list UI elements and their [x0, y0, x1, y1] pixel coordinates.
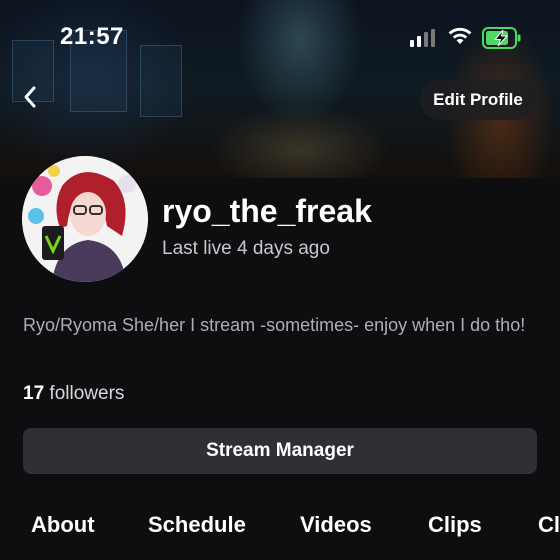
avatar[interactable] [22, 156, 148, 282]
tab-about[interactable]: About [31, 512, 95, 538]
followers-label: followers [49, 383, 125, 404]
last-live-status: Last live 4 days ago [162, 238, 330, 259]
chevron-left-icon [24, 86, 36, 108]
status-bar: 21:57 [0, 0, 560, 72]
edit-profile-button[interactable]: Edit Profile [420, 80, 536, 120]
battery-charging-icon [482, 27, 522, 54]
status-time: 21:57 [60, 23, 124, 50]
cellular-signal-icon [410, 29, 438, 52]
followers-number: 17 [23, 383, 45, 404]
tab-videos[interactable]: Videos [300, 512, 372, 538]
profile-tabs: About Schedule Videos Clips Cl [0, 512, 560, 552]
stream-manager-button[interactable]: Stream Manager [23, 428, 537, 474]
username: ryo_the_freak [162, 193, 372, 229]
followers-count[interactable]: 17 followers [23, 383, 124, 405]
wifi-icon [447, 26, 473, 51]
tab-partial[interactable]: Cl [538, 512, 560, 538]
avatar-illustration [22, 156, 148, 282]
profile-bio: Ryo/Ryoma She/her I stream -sometimes- e… [23, 315, 526, 335]
tab-clips[interactable]: Clips [428, 512, 482, 538]
back-button[interactable] [18, 84, 44, 110]
tab-schedule[interactable]: Schedule [148, 512, 246, 538]
